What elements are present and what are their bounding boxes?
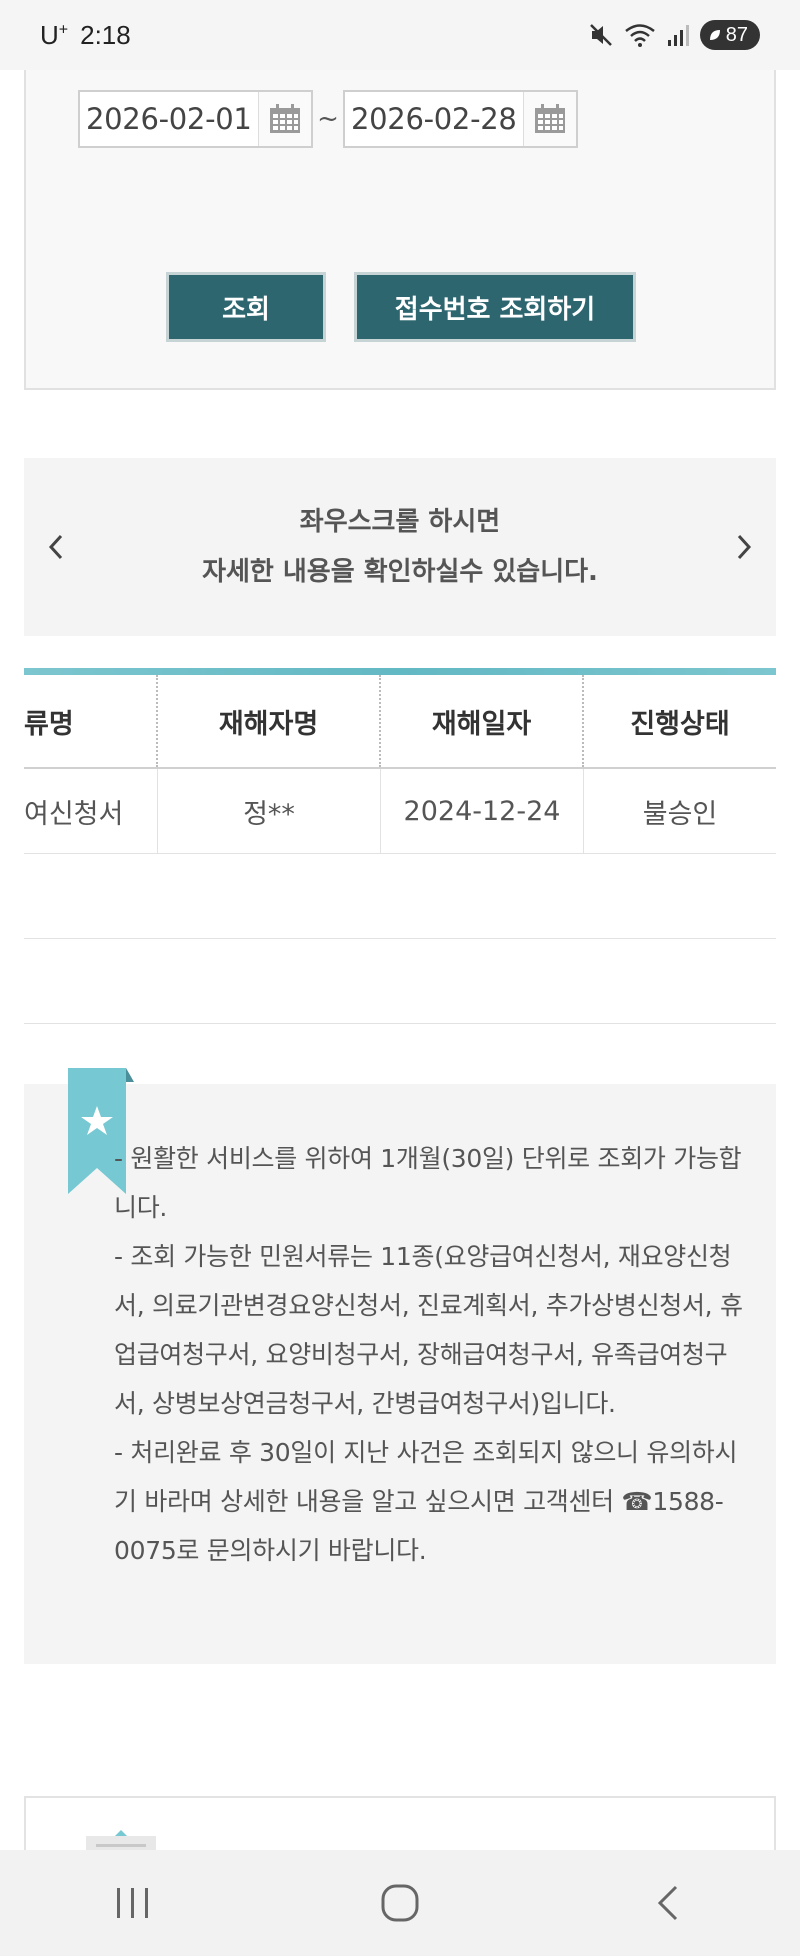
start-calendar-button[interactable] xyxy=(258,92,311,146)
end-date-field[interactable]: 2026-02-28 xyxy=(343,90,578,148)
page: 2026-02-01 ~ 2026-02-28 조회 접수번호 조회하기 좌우스… xyxy=(0,0,800,1956)
wifi-icon xyxy=(624,24,655,47)
cell-victim-name: 정** xyxy=(158,769,381,853)
search-panel: 2026-02-01 ~ 2026-02-28 조회 접수번호 조회하기 xyxy=(24,40,776,390)
header-accident-date: 재해일자 xyxy=(381,675,584,767)
search-button[interactable]: 조회 xyxy=(166,272,326,342)
mute-icon xyxy=(589,24,612,46)
status-bar: U+ 2:18 87 xyxy=(0,0,800,70)
scroll-left-button[interactable] xyxy=(46,532,66,562)
clock: 2:18 xyxy=(80,19,131,50)
home-icon xyxy=(381,1884,419,1922)
search-buttons: 조회 접수번호 조회하기 xyxy=(166,272,636,342)
carrier-sup: + xyxy=(58,20,69,38)
table-header-row: 류명 재해자명 재해일자 진행상태 xyxy=(24,675,776,769)
status-right: 87 xyxy=(588,20,760,50)
calendar-icon xyxy=(270,104,300,133)
back-button[interactable] xyxy=(607,1863,727,1943)
receipt-search-button[interactable]: 접수번호 조회하기 xyxy=(354,272,636,342)
start-date-field[interactable]: 2026-02-01 xyxy=(78,90,313,148)
system-nav-bar xyxy=(0,1850,800,1956)
table-top-border xyxy=(24,668,776,675)
notice-paragraph: - 원활한 서비스를 위하여 1개월(30일) 단위로 조회가 가능합니다. xyxy=(114,1144,742,1222)
table-row[interactable]: 여신청서 정** 2024-12-24 불승인 xyxy=(24,769,776,854)
date-range: 2026-02-01 ~ 2026-02-28 xyxy=(78,90,578,148)
carrier-label: U+ xyxy=(40,20,68,51)
header-status: 진행상태 xyxy=(630,708,730,740)
recent-apps-button[interactable] xyxy=(73,1863,193,1943)
header-doc-type: 류명 xyxy=(24,675,158,767)
start-date-input[interactable]: 2026-02-01 xyxy=(80,92,258,146)
scroll-hint-text: 좌우스크롤 하시면 자세한 내용을 확인하실수 있습니다. xyxy=(202,497,598,597)
empty-table-row xyxy=(24,939,776,1024)
scroll-hint-line2: 자세한 내용을 확인하실수 있습니다. xyxy=(202,557,598,587)
empty-table-row xyxy=(24,854,776,939)
chevron-left-icon xyxy=(48,534,63,560)
notice-paragraph: - 처리완료 후 30일이 지난 사건은 조회되지 않으니 유의하시기 바라며 … xyxy=(114,1438,738,1565)
cell-accident-date: 2024-12-24 xyxy=(381,769,584,853)
back-icon xyxy=(657,1885,677,1921)
battery-indicator: 87 xyxy=(699,20,760,50)
end-calendar-button[interactable] xyxy=(523,92,576,146)
scroll-hint-banner: 좌우스크롤 하시면 자세한 내용을 확인하실수 있습니다. xyxy=(24,458,776,636)
result-table[interactable]: 류명 재해자명 재해일자 진행상태 여신청서 정** 2024-12-24 불승… xyxy=(24,668,776,1024)
scroll-hint-line1: 좌우스크롤 하시면 xyxy=(299,507,501,537)
date-separator: ~ xyxy=(317,104,339,134)
calendar-icon xyxy=(535,104,565,133)
end-date-input[interactable]: 2026-02-28 xyxy=(345,92,523,146)
cell-status: 불승인 xyxy=(642,798,718,830)
header-victim-name: 재해자명 xyxy=(158,675,381,767)
leaf-icon xyxy=(709,30,720,40)
notice-box: - 원활한 서비스를 위하여 1개월(30일) 단위로 조회가 가능합니다. -… xyxy=(24,1068,776,1664)
home-button[interactable] xyxy=(340,1863,460,1943)
status-left: U+ 2:18 xyxy=(40,20,131,51)
cell-doc-type: 여신청서 xyxy=(24,769,158,853)
battery-level: 87 xyxy=(725,23,748,46)
recent-apps-icon xyxy=(117,1888,149,1918)
signal-icon xyxy=(667,25,689,46)
notice-text: - 원활한 서비스를 위하여 1개월(30일) 단위로 조회가 가능합니다. -… xyxy=(114,1134,754,1575)
notice-paragraph: - 조회 가능한 민원서류는 11종(요양급여신청서, 재요양신청서, 의료기관… xyxy=(114,1242,743,1418)
chevron-right-icon xyxy=(737,534,752,560)
scroll-right-button[interactable] xyxy=(734,532,754,562)
carrier-text: U xyxy=(40,19,59,50)
